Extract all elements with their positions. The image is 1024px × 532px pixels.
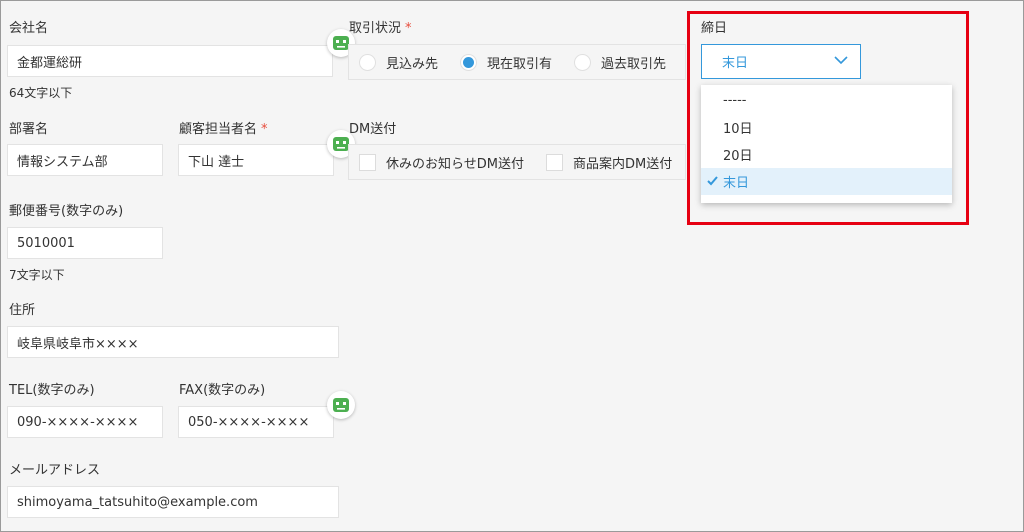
checkbox-option-product-dm[interactable]: 商品案内DM送付: [545, 153, 673, 172]
radio-label: 見込み先: [386, 56, 439, 72]
radio-button[interactable]: [359, 53, 376, 71]
radio-option-past[interactable]: 過去取引先: [574, 53, 666, 72]
company-hint: 64文字以下: [9, 86, 73, 100]
company-input[interactable]: 金都運総研: [7, 45, 333, 77]
deal-status-label: 取引状況 *: [349, 17, 412, 36]
checkbox-label: 商品案内DM送付: [572, 156, 673, 172]
postal-hint: 7文字以下: [9, 268, 65, 282]
fax-label: FAX(数字のみ): [179, 383, 266, 398]
postal-input[interactable]: 5010001: [7, 227, 163, 259]
postal-label: 郵便番号(数字のみ): [9, 204, 124, 219]
radio-button-selected[interactable]: [460, 53, 478, 71]
address-input[interactable]: 岐阜県岐阜市××××: [7, 326, 339, 358]
robot-icon[interactable]: [327, 391, 355, 419]
checkbox[interactable]: [359, 153, 376, 171]
checkbox-label: 休みのお知らせDM送付: [386, 156, 524, 172]
fax-input[interactable]: 050-××××-××××: [178, 406, 334, 438]
email-label: メールアドレス: [9, 463, 101, 478]
company-label: 会社名: [9, 21, 49, 36]
email-input[interactable]: shimoyama_tatsuhito@example.com: [7, 486, 339, 518]
required-mark: *: [261, 122, 268, 137]
highlight-box: [687, 11, 969, 225]
dm-checkbox-group: 休みのお知らせDM送付 商品案内DM送付: [348, 144, 686, 180]
tel-label: TEL(数字のみ): [9, 383, 95, 398]
checkbox[interactable]: [545, 153, 563, 171]
checkbox-option-holiday-dm[interactable]: 休みのお知らせDM送付: [359, 153, 524, 172]
department-input[interactable]: 情報システム部: [7, 144, 163, 176]
contact-label: 顧客担当者名 *: [179, 118, 268, 137]
form-screen: 会社名 金都運総研 64文字以下 取引状況 * 見込み先 現在取引有 過去取引先 …: [0, 0, 1024, 532]
required-mark: *: [405, 21, 412, 36]
radio-label: 過去取引先: [601, 56, 667, 72]
department-label: 部署名: [9, 122, 49, 137]
contact-label-text: 顧客担当者名: [179, 122, 258, 137]
deal-status-radio-group: 見込み先 現在取引有 過去取引先: [348, 44, 686, 80]
tel-input[interactable]: 090-××××-××××: [7, 406, 163, 438]
contact-input[interactable]: 下山 達士: [178, 144, 334, 176]
address-label: 住所: [9, 303, 36, 318]
dm-label: DM送付: [349, 122, 397, 137]
radio-option-current[interactable]: 現在取引有: [460, 53, 552, 72]
radio-label: 現在取引有: [487, 56, 553, 72]
deal-status-label-text: 取引状況: [349, 21, 402, 36]
radio-option-prospect[interactable]: 見込み先: [359, 53, 438, 72]
radio-button[interactable]: [574, 53, 592, 71]
